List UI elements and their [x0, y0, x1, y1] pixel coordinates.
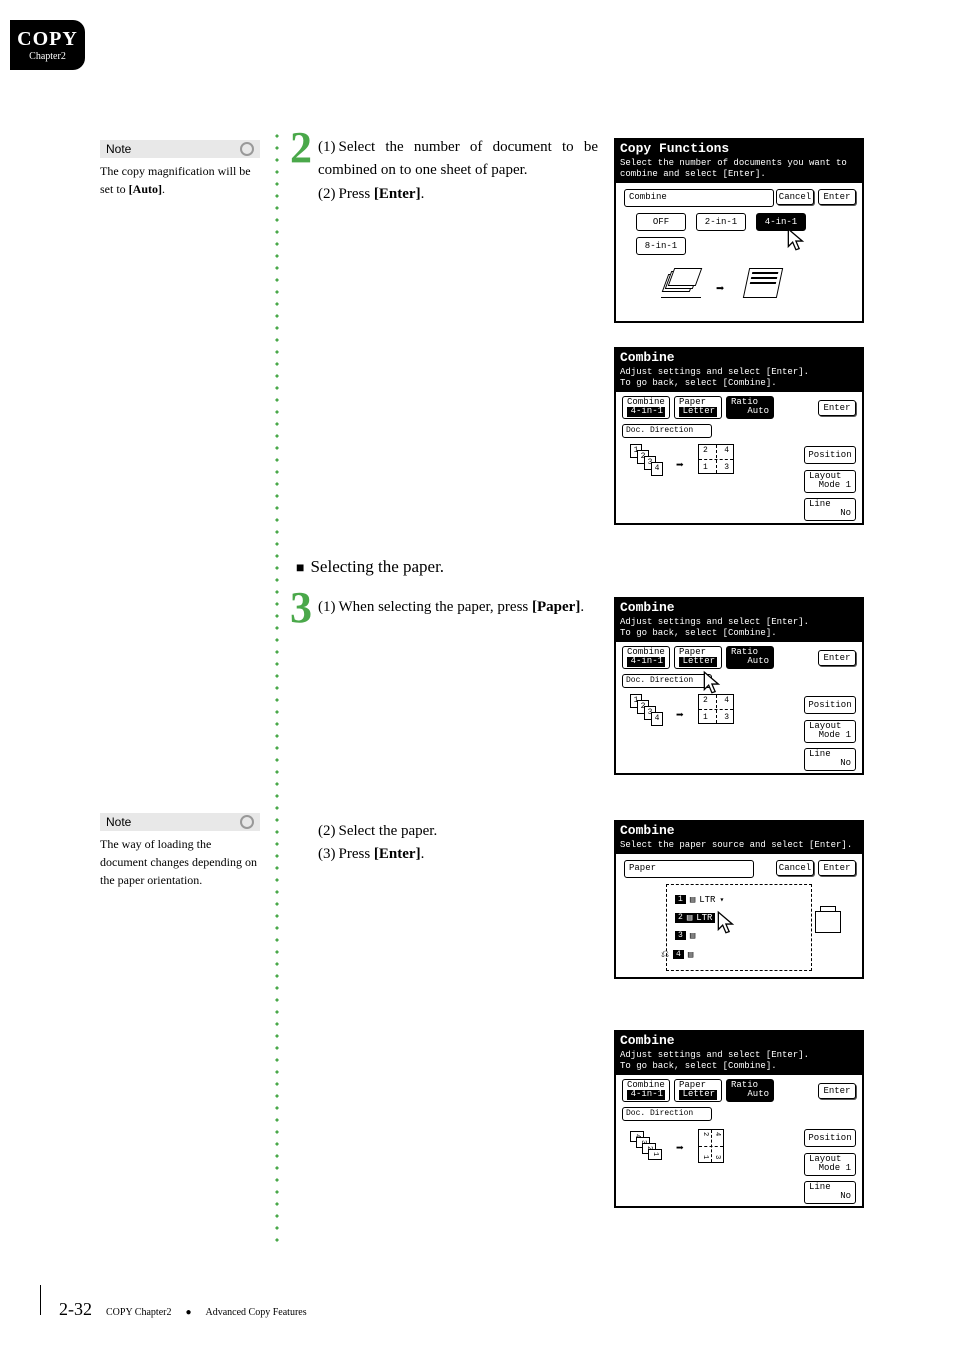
off-button[interactable]: OFF [636, 213, 686, 231]
cancel-button[interactable]: Cancel [776, 189, 814, 205]
line-field[interactable]: LineNo [804, 748, 856, 772]
combine-field[interactable]: Combine4-in-1 [622, 1079, 670, 1103]
8in1-button[interactable]: 8-in-1 [636, 237, 686, 255]
tray-list: 1 ▤ LTR ▾ 2 ▤ LTR 3 ▤ ⎌ 4 ▤ [666, 884, 812, 971]
position-button[interactable]: Position [804, 696, 856, 714]
stack-icon [661, 268, 701, 298]
lcd-a-title: Copy Functions [614, 138, 864, 158]
badge-subtitle: Chapter2 [29, 51, 66, 62]
tray-4[interactable]: ⎌ 4 ▤ [661, 949, 693, 961]
arrow-icon: ➡ [676, 458, 684, 473]
position-button[interactable]: Position [804, 1129, 856, 1147]
enter-button[interactable]: Enter [818, 189, 856, 205]
lcd-paper-source: Combine Select the paper source and sele… [614, 820, 864, 979]
step-2-text: (1)Select the number of document to be c… [318, 136, 598, 206]
printer-icon [815, 911, 841, 933]
4in1-button[interactable]: 4-in-1 [756, 213, 806, 231]
note-2-text: The way of loading the document changes … [100, 835, 260, 889]
output-grid-rotated-icon: 2 4 1 3 [698, 1129, 724, 1163]
footer-section: Advanced Copy Features [206, 1307, 307, 1318]
output-grid-icon: 2 4 1 3 [698, 694, 734, 724]
lcd-combine-3: Combine Adjust settings and select [Ente… [614, 1030, 864, 1208]
cursor-icon [786, 227, 808, 259]
tray-3[interactable]: 3 ▤ [675, 931, 695, 941]
combine-field: Combine [624, 189, 774, 207]
lcd-combine-2: Combine Adjust settings and select [Ente… [614, 597, 864, 775]
ratio-field[interactable]: RatioAuto [726, 396, 774, 420]
step-2-number: 2 [290, 122, 312, 173]
page-footer: 2-32 COPY Chapter2 ● Advanced Copy Featu… [40, 1285, 307, 1320]
line-field[interactable]: LineNo [804, 498, 856, 522]
step-3-text-2: (2)Select the paper. (3)Press [Enter]. [318, 820, 598, 867]
paper-field[interactable]: PaperLetter [674, 646, 722, 670]
enter-button[interactable]: Enter [818, 860, 856, 876]
output-grid-icon: 2 4 1 3 [698, 444, 734, 474]
lcd-copy-functions: Copy Functions Select the number of docu… [614, 138, 864, 323]
tray-2-selected[interactable]: 2 ▤ LTR [675, 913, 715, 923]
arrow-icon: ➡ [676, 708, 684, 723]
divider-dots [275, 130, 279, 1250]
layout-field[interactable]: LayoutMode 1 [804, 1153, 856, 1177]
lcd-combine-1: Combine Adjust settings and select [Ente… [614, 347, 864, 525]
page-number: 2-32 [59, 1299, 92, 1320]
doc-direction-button[interactable]: Doc. Direction [622, 424, 712, 438]
lcd-b-title: Combine [614, 347, 864, 367]
step-3-number: 3 [290, 582, 312, 633]
lcd-b-sub: Adjust settings and select [Enter].To go… [614, 367, 864, 392]
note-label: Note [100, 140, 260, 158]
note-1: Note The copy magnification will be set … [100, 140, 260, 198]
tray-1[interactable]: 1 ▤ LTR ▾ [675, 895, 724, 905]
arrow-icon: ➡ [676, 1141, 684, 1156]
badge-title: COPY [17, 28, 78, 51]
enter-button[interactable]: Enter [818, 650, 856, 666]
layout-field[interactable]: LayoutMode 1 [804, 470, 856, 494]
position-button[interactable]: Position [804, 446, 856, 464]
enter-button[interactable]: Enter [818, 400, 856, 416]
paper-field[interactable]: PaperLetter [674, 1079, 722, 1103]
ratio-field[interactable]: RatioAuto [726, 1079, 774, 1103]
section-selecting-paper: ■Selecting the paper. [296, 557, 444, 577]
arrow-icon: ➡ [716, 281, 724, 298]
sheet-icon [746, 268, 780, 298]
note-1-text: The copy magnification will be set to [A… [100, 162, 260, 198]
paper-field[interactable]: PaperLetter [674, 396, 722, 420]
ratio-field[interactable]: RatioAuto [726, 646, 774, 670]
note-label: Note [100, 813, 260, 831]
line-field[interactable]: LineNo [804, 1181, 856, 1205]
combine-field[interactable]: Combine4-in-1 [622, 396, 670, 420]
enter-button[interactable]: Enter [818, 1083, 856, 1099]
lcd-a-sub: Select the number of documents you want … [614, 158, 864, 183]
layout-field[interactable]: LayoutMode 1 [804, 720, 856, 744]
footer-chapter: COPY Chapter2 [106, 1307, 171, 1318]
doc-direction-button[interactable]: Doc. Direction [622, 1107, 712, 1121]
footer-bullet: ● [185, 1307, 191, 1318]
cancel-button[interactable]: Cancel [776, 860, 814, 876]
note-2: Note The way of loading the document cha… [100, 813, 260, 889]
step-3-text-1: (1)When selecting the paper, press [Pape… [318, 596, 598, 619]
2in1-button[interactable]: 2-in-1 [696, 213, 746, 231]
doc-direction-button[interactable]: Doc. Direction [622, 674, 712, 688]
chapter-badge: COPY Chapter2 [10, 20, 85, 70]
combine-field[interactable]: Combine4-in-1 [622, 646, 670, 670]
paper-field: Paper [624, 860, 754, 878]
